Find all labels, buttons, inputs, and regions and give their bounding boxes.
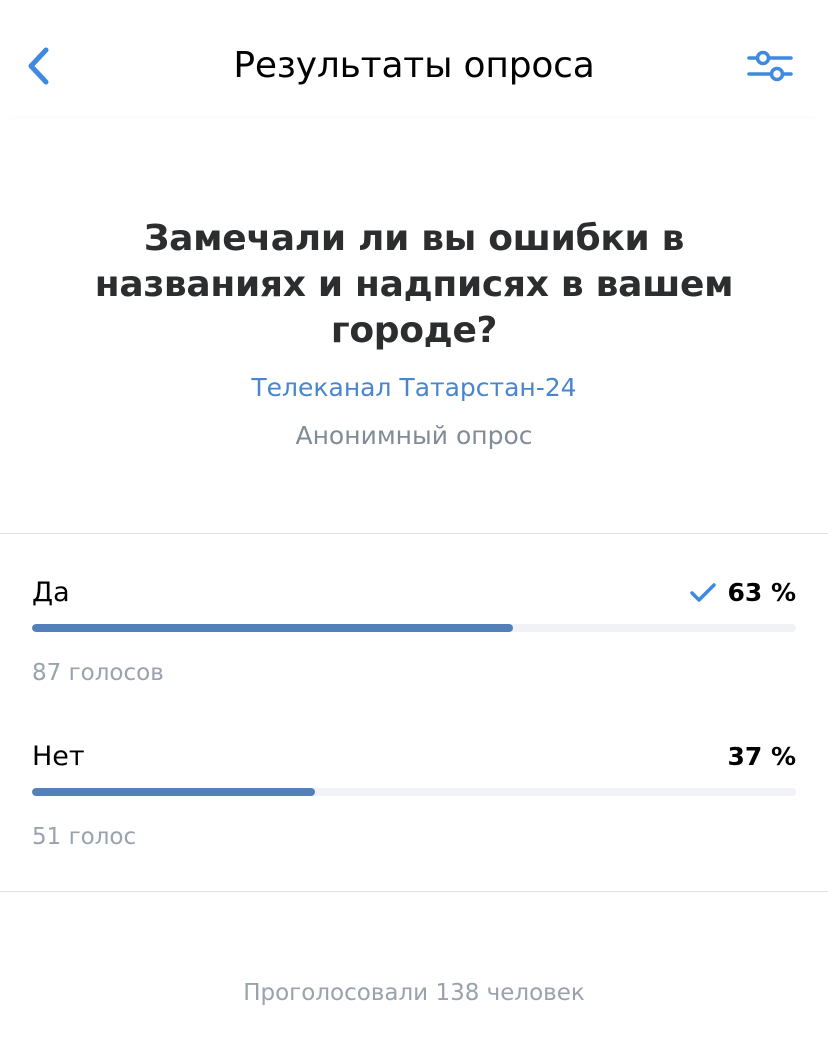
check-icon — [689, 579, 717, 607]
option-percent: 63 % — [689, 576, 796, 610]
option-votes[interactable]: 87 голосов — [32, 658, 164, 688]
progress-fill — [32, 624, 514, 632]
poll-type-label: Анонимный опрос — [295, 421, 533, 450]
poll-option-yes[interactable]: Да 63 % 87 голосов — [32, 576, 796, 706]
filter-button[interactable] — [746, 46, 794, 86]
sliders-icon — [747, 50, 793, 82]
poll-option-no[interactable]: Нет 37 % 51 голос — [32, 740, 796, 870]
option-percent-text: 63 % — [727, 578, 796, 607]
option-label: Нет — [32, 741, 85, 772]
divider — [0, 891, 828, 892]
poll-question: Замечали ли вы ошибки в названиях и надп… — [94, 218, 734, 351]
navigation-bar: Результаты опроса — [0, 0, 828, 116]
page-title: Результаты опроса — [233, 45, 595, 86]
option-votes[interactable]: 51 голос — [32, 822, 136, 852]
progress-track — [32, 788, 796, 796]
divider — [0, 533, 828, 534]
total-voters: Проголосовали 138 человек — [243, 980, 585, 1006]
option-label: Да — [32, 577, 70, 608]
option-percent-text: 37 % — [727, 742, 796, 771]
progress-track — [32, 624, 796, 632]
option-percent: 37 % — [727, 740, 796, 774]
progress-fill — [32, 788, 315, 796]
poll-author-link[interactable]: Телеканал Татарстан-24 — [0, 372, 828, 404]
poll-header: Замечали ли вы ошибки в названиях и надп… — [0, 116, 828, 534]
